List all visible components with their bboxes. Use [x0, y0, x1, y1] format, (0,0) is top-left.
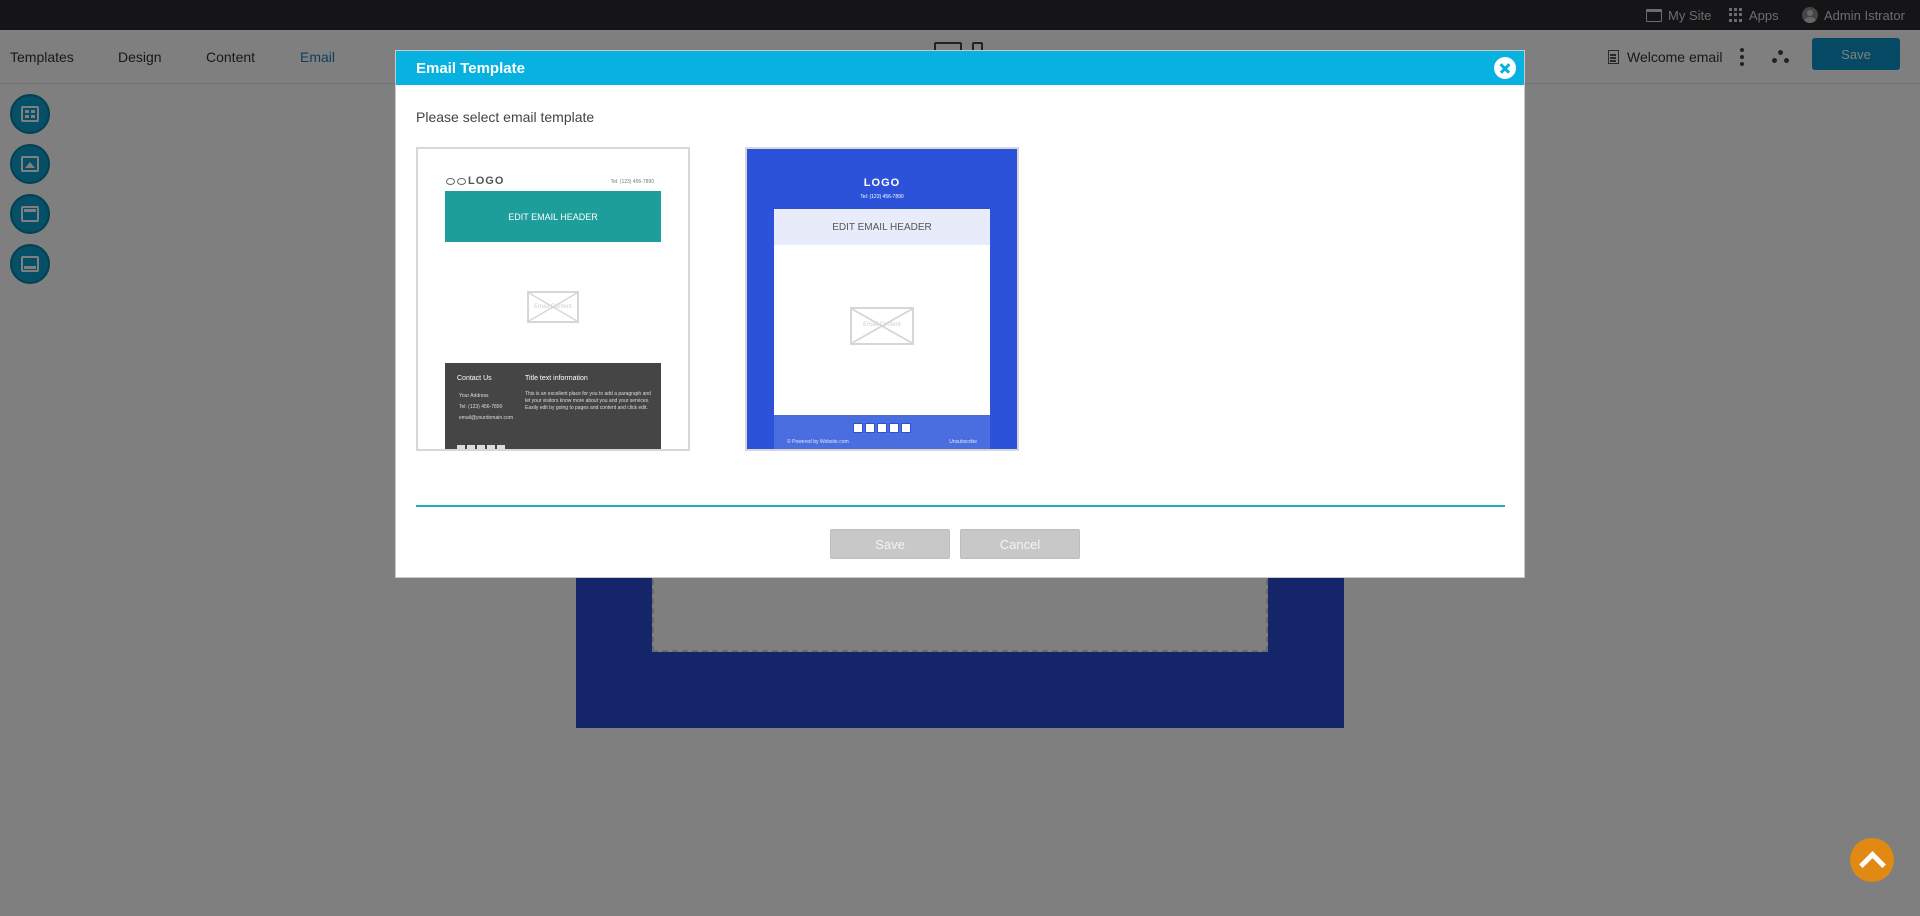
footer-powered-by: © Powered by Website.com — [787, 439, 849, 445]
social-icons — [747, 423, 1017, 433]
address-line: email@yourdomain.com — [459, 415, 513, 421]
facebook-icon — [853, 423, 863, 433]
dialog-divider — [416, 505, 1505, 507]
contact-address: Your Address Tel: (123) 456-7890 email@y… — [459, 391, 513, 424]
twitter-icon — [865, 423, 875, 433]
content-placeholder: Email Content — [534, 304, 572, 310]
content-placeholder: Email Content — [863, 322, 901, 328]
template-logo: LOGO — [446, 175, 504, 187]
instagram-icon — [497, 445, 505, 449]
template-logo: LOGO — [863, 177, 901, 189]
scroll-top-button[interactable] — [1850, 838, 1894, 882]
envelope-icon: Email Content — [850, 307, 914, 345]
linkedin-icon — [889, 423, 899, 433]
template-header: EDIT EMAIL HEADER — [445, 191, 661, 242]
logo-ring-icon — [457, 177, 466, 185]
google-plus-icon — [877, 423, 887, 433]
contact-title: Contact Us — [457, 375, 492, 382]
info-title: Title text information — [525, 375, 588, 382]
template-body: EDIT EMAIL HEADER Email Content — [774, 209, 990, 415]
address-line: Tel: (123) 456-7890 — [459, 404, 503, 410]
linkedin-icon — [487, 445, 495, 449]
social-icons — [457, 445, 505, 449]
template-footer: Contact Us Your Address Tel: (123) 456-7… — [445, 363, 661, 449]
dialog-cancel-button[interactable]: Cancel — [960, 529, 1080, 559]
email-template-dialog: Email Template Please select email templ… — [395, 50, 1525, 578]
instagram-icon — [901, 423, 911, 433]
logo-ring-icon — [446, 177, 455, 185]
envelope-icon: Email Content — [527, 291, 579, 323]
dialog-save-button[interactable]: Save — [830, 529, 950, 559]
info-text: This is an excellent place for you to ad… — [525, 391, 651, 411]
dialog-header: Email Template — [396, 51, 1524, 85]
template-option-1[interactable]: LOGO Tel: (123) 456-7890 EDIT EMAIL HEAD… — [416, 147, 690, 451]
template-footer-bar — [774, 415, 990, 449]
dialog-title: Email Template — [416, 59, 525, 77]
google-plus-icon — [477, 445, 485, 449]
twitter-icon — [467, 445, 475, 449]
logo-text: LOGO — [468, 175, 505, 187]
dialog-prompt: Please select email template — [416, 109, 595, 125]
template-phone: Tel: (123) 456-7890 — [860, 194, 904, 200]
facebook-icon — [457, 445, 465, 449]
template-phone: Tel: (123) 456-7890 — [610, 179, 654, 185]
footer-unsubscribe: Unsubscribe — [949, 439, 977, 445]
template-option-2[interactable]: LOGO Tel: (123) 456-7890 EDIT EMAIL HEAD… — [745, 147, 1019, 451]
template-header: EDIT EMAIL HEADER — [774, 209, 990, 245]
address-line: Your Address — [459, 393, 489, 399]
close-icon[interactable] — [1494, 57, 1516, 79]
